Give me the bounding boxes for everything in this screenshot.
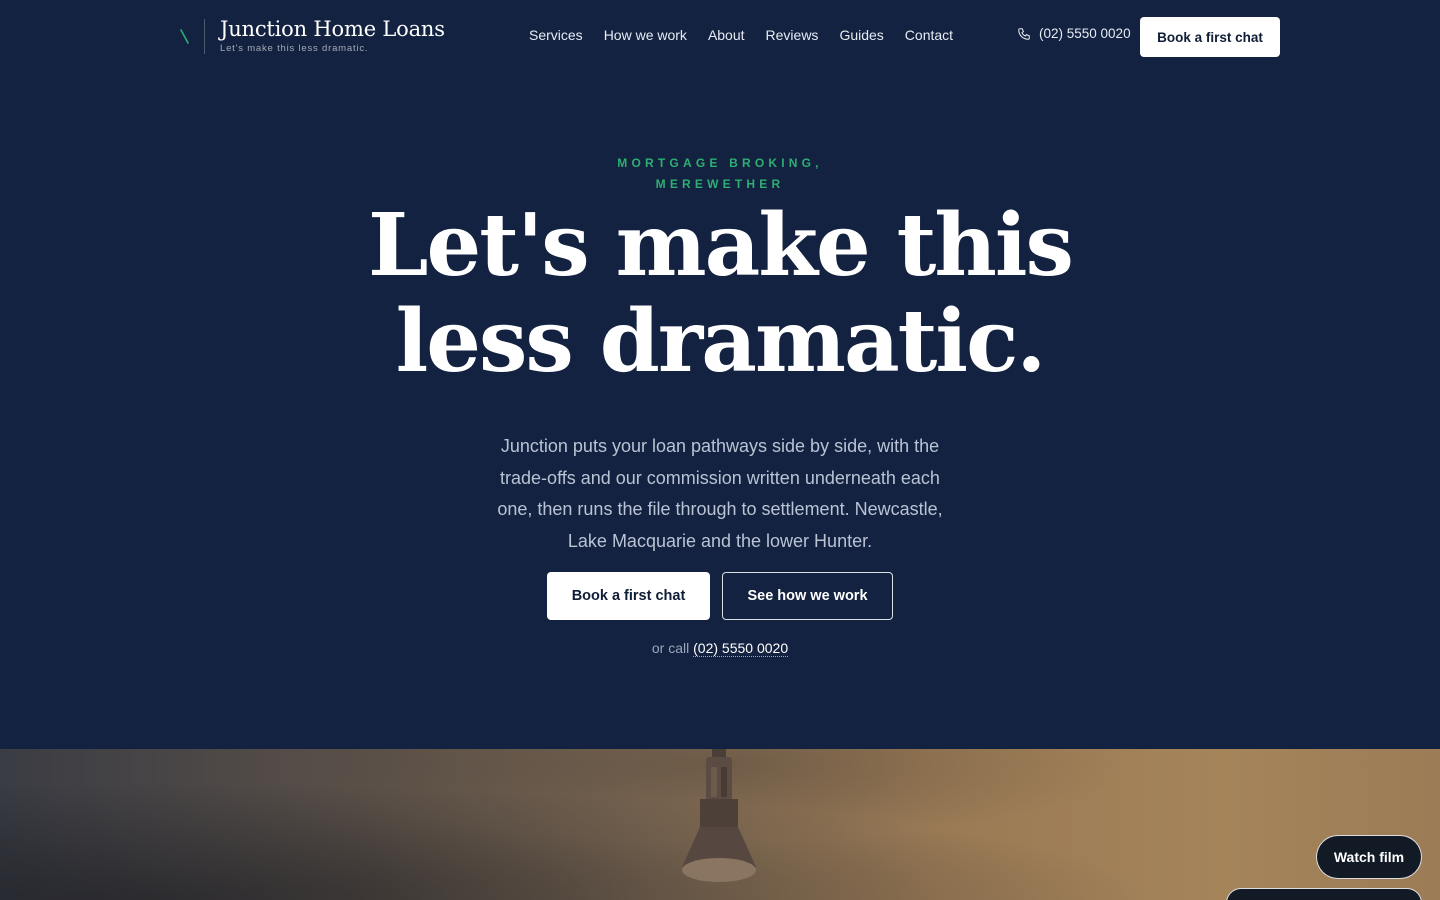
header-phone-link[interactable]: (02) 5550 0020	[1017, 26, 1131, 41]
hero-headline: Let's make this less dramatic.	[320, 198, 1120, 390]
hero-eyebrow-line2: MEREWETHER	[655, 177, 785, 191]
call-prefix: or call	[651, 640, 690, 656]
hero-eyebrow: MORTGAGE BROKING, MEREWETHER	[570, 153, 870, 195]
brand-name[interactable]: Junction Home Loans	[220, 15, 445, 43]
call-line: or call (02) 5550 0020	[620, 640, 820, 657]
site-header: Junction Home Loans Let's make this less…	[0, 0, 1440, 72]
hero-description: Junction puts your loan pathways side by…	[497, 436, 943, 551]
hero-headline-line2: less dramatic.	[395, 291, 1047, 392]
call-phone-link[interactable]: (02) 5550 0020	[693, 640, 789, 657]
nav-link-contact[interactable]: Contact	[905, 25, 953, 45]
phone-icon	[1018, 27, 1030, 40]
nav-link-about[interactable]: About	[708, 25, 745, 45]
logo-divider	[204, 19, 205, 54]
brand-tagline: Let's make this less dramatic.	[220, 43, 369, 54]
logo-slash-icon[interactable]	[176, 26, 192, 46]
header-book-chat-button[interactable]: Book a first chat	[1140, 17, 1280, 57]
nav-link-reviews[interactable]: Reviews	[766, 25, 819, 45]
hero-eyebrow-line1: MORTGAGE BROKING,	[617, 156, 823, 170]
hero-headline-line1: Let's make this	[368, 195, 1074, 296]
nav-link-how-we-work[interactable]: How we work	[604, 25, 687, 45]
watch-film-button[interactable]: Watch film	[1316, 835, 1422, 879]
see-how-we-work-button[interactable]: See how we work	[722, 572, 893, 620]
floating-panel-peek[interactable]	[1226, 888, 1422, 900]
book-first-chat-button[interactable]: Book a first chat	[547, 572, 710, 620]
nav-link-guides[interactable]: Guides	[839, 25, 883, 45]
header-phone-number: (02) 5550 0020	[1039, 26, 1131, 41]
pendant-lamp-image	[682, 749, 756, 882]
main-nav: Services How we work About Reviews Guide…	[529, 25, 953, 45]
nav-link-services[interactable]: Services	[529, 25, 583, 45]
